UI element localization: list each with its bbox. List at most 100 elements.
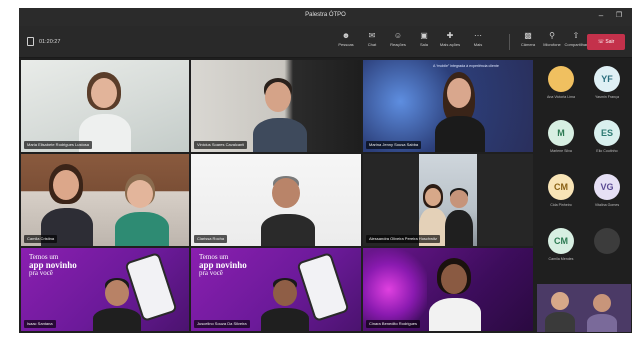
gallery-video-tile[interactable]	[537, 284, 631, 332]
gallery-name: Cida Pinheiro	[550, 203, 572, 207]
participant-video	[93, 278, 143, 331]
participant-name: Alessandra Oliveira Pereira Hoschwitz	[366, 235, 441, 243]
slide-caption: A “mobile” integrada à experiência clien…	[433, 64, 499, 68]
microphone-label: Microfone	[543, 42, 561, 47]
toolbar-divider	[509, 34, 510, 50]
avatar: ES	[594, 120, 620, 146]
reactions-icon: ☺	[393, 31, 403, 40]
camera-label: Câmera	[520, 42, 536, 47]
more-actions-label: Mais ações	[439, 42, 461, 47]
gallery-participant[interactable]: Ana Victoria Lima	[541, 62, 581, 104]
participant-video	[41, 164, 99, 246]
leave-button[interactable]: ☏ Sair	[587, 34, 625, 50]
reactions-button[interactable]: ☺ Reações	[385, 31, 411, 53]
avatar	[548, 66, 574, 92]
maximize-icon[interactable]: ❐	[614, 11, 624, 21]
meeting-toolbar: 01:20:27 ☻ Pessoas ✉ Chat ☺ Reações ▣ Sa…	[19, 26, 632, 58]
participant-video	[115, 174, 175, 246]
participant-video	[79, 72, 139, 152]
mobile-video-feed	[419, 154, 477, 246]
gallery-participant[interactable]: ES Elio Coutinho	[587, 116, 627, 158]
video-tile[interactable]: Clarissa Rocha	[191, 154, 361, 246]
microphone-icon: ⚲	[549, 31, 555, 40]
gallery-name: Marlene Silva	[550, 149, 572, 153]
camera-icon: ▩	[524, 31, 532, 40]
event-backdrop	[363, 248, 427, 331]
participant-name: Isaac Santana	[24, 320, 56, 328]
chat-label: Chat	[367, 42, 377, 47]
camera-button[interactable]: ▩ Câmera	[515, 31, 541, 53]
participant-name: Marina Jenny Sousa Sabba	[366, 141, 422, 149]
avatar: YF	[594, 66, 620, 92]
participant-video	[261, 278, 311, 331]
gallery-participant[interactable]: YF Yasmin França	[587, 62, 627, 104]
more-label: Mais	[473, 42, 483, 47]
participant-name: Juscelino Souza Da Silveira	[194, 320, 250, 328]
gallery-participant[interactable]: M Marlene Silva	[541, 116, 581, 158]
gallery-name: Yasmin França	[595, 95, 619, 99]
phone-hangup-icon: ☏	[597, 39, 604, 45]
promo-line-3: pra você	[199, 269, 223, 277]
video-tile[interactable]: Cinara Benedito Rodrigues	[363, 248, 533, 331]
rooms-button[interactable]: ▣ Sala	[411, 31, 437, 53]
share-label: Compartilhar	[564, 42, 588, 47]
more-actions-button[interactable]: ✚ Mais ações	[437, 31, 463, 53]
more-actions-icon: ⋯	[474, 31, 482, 40]
participant-video	[253, 78, 313, 152]
promo-text: Temos um app novinho pra você	[199, 254, 279, 277]
gallery-name: Vitalina Gomes	[594, 203, 620, 207]
share-button[interactable]: ⇧ Compartilhar	[563, 31, 589, 53]
more-icon: ✚	[446, 31, 454, 40]
timer-icon	[27, 37, 34, 46]
participant-name: Vinicius Soares Cavalcanti	[194, 141, 248, 149]
video-tile[interactable]: Maria Elisabete Rodrigues Lustosa	[21, 60, 189, 152]
video-tile[interactable]: Temos um app novinho pra você Juscelino …	[191, 248, 361, 331]
participant-name: Clarissa Rocha	[194, 235, 228, 243]
gallery-name: Elio Coutinho	[596, 149, 618, 153]
gallery-name: Camila Mendes	[548, 257, 574, 261]
leave-label: Sair	[605, 39, 615, 45]
participant-name: Cinara Benedito Rodrigues	[366, 320, 421, 328]
avatar: CM	[548, 174, 574, 200]
window-title: Palestra ÓTPO	[305, 12, 346, 18]
promo-text: Temos um app novinho pra você	[29, 254, 109, 277]
video-tile[interactable]: Camila Cristina	[21, 154, 189, 246]
participant-gallery: Ana Victoria Lima YF Yasmin França M Mar…	[535, 58, 632, 333]
timer-text: 01:20:27	[39, 38, 61, 45]
participant-video	[261, 176, 317, 246]
rooms-icon: ▣	[420, 31, 428, 40]
avatar	[594, 228, 620, 254]
more-button[interactable]: ⋯ Mais	[465, 31, 491, 53]
people-button[interactable]: ☻ Pessoas	[333, 31, 359, 53]
rooms-label: Sala	[419, 42, 428, 47]
participant-video	[429, 258, 481, 331]
chat-icon: ✉	[368, 31, 376, 40]
gallery-participant[interactable]: VG Vitalina Gomes	[587, 170, 627, 212]
teams-meeting-window: Palestra ÓTPO – ❐ 01:20:27 ☻ Pessoas ✉ C…	[19, 8, 632, 333]
video-tile[interactable]: Vinicius Soares Cavalcanti	[191, 60, 361, 152]
participant-name: Maria Elisabete Rodrigues Lustosa	[24, 141, 93, 149]
avatar: VG	[594, 174, 620, 200]
avatar: CM	[548, 228, 574, 254]
minimize-icon[interactable]: –	[596, 11, 606, 21]
video-tile[interactable]: Temos um app novinho pra você Isaac Sant…	[21, 248, 189, 331]
gallery-participant[interactable]	[587, 224, 627, 266]
video-grid: Maria Elisabete Rodrigues Lustosa Vinici…	[19, 58, 535, 333]
gallery-name: Ana Victoria Lima	[546, 95, 576, 99]
participant-video	[433, 72, 493, 152]
participant-name: Camila Cristina	[24, 235, 58, 243]
chat-button[interactable]: ✉ Chat	[359, 31, 385, 53]
share-icon: ⇧	[572, 31, 580, 40]
gallery-participant[interactable]: CM Camila Mendes	[541, 224, 581, 266]
avatar: M	[548, 120, 574, 146]
video-tile[interactable]: Alessandra Oliveira Pereira Hoschwitz	[363, 154, 533, 246]
microphone-button[interactable]: ⚲ Microfone	[539, 31, 565, 53]
reactions-label: Reações	[390, 42, 406, 47]
people-label: Pessoas	[338, 42, 354, 47]
people-icon: ☻	[341, 31, 351, 40]
gallery-participant[interactable]: CM Cida Pinheiro	[541, 170, 581, 212]
meeting-timer: 01:20:27	[27, 37, 60, 46]
title-bar: Palestra ÓTPO – ❐	[19, 8, 632, 26]
promo-line-3: pra você	[29, 269, 53, 277]
video-tile[interactable]: A “mobile” integrada à experiência clien…	[363, 60, 533, 152]
